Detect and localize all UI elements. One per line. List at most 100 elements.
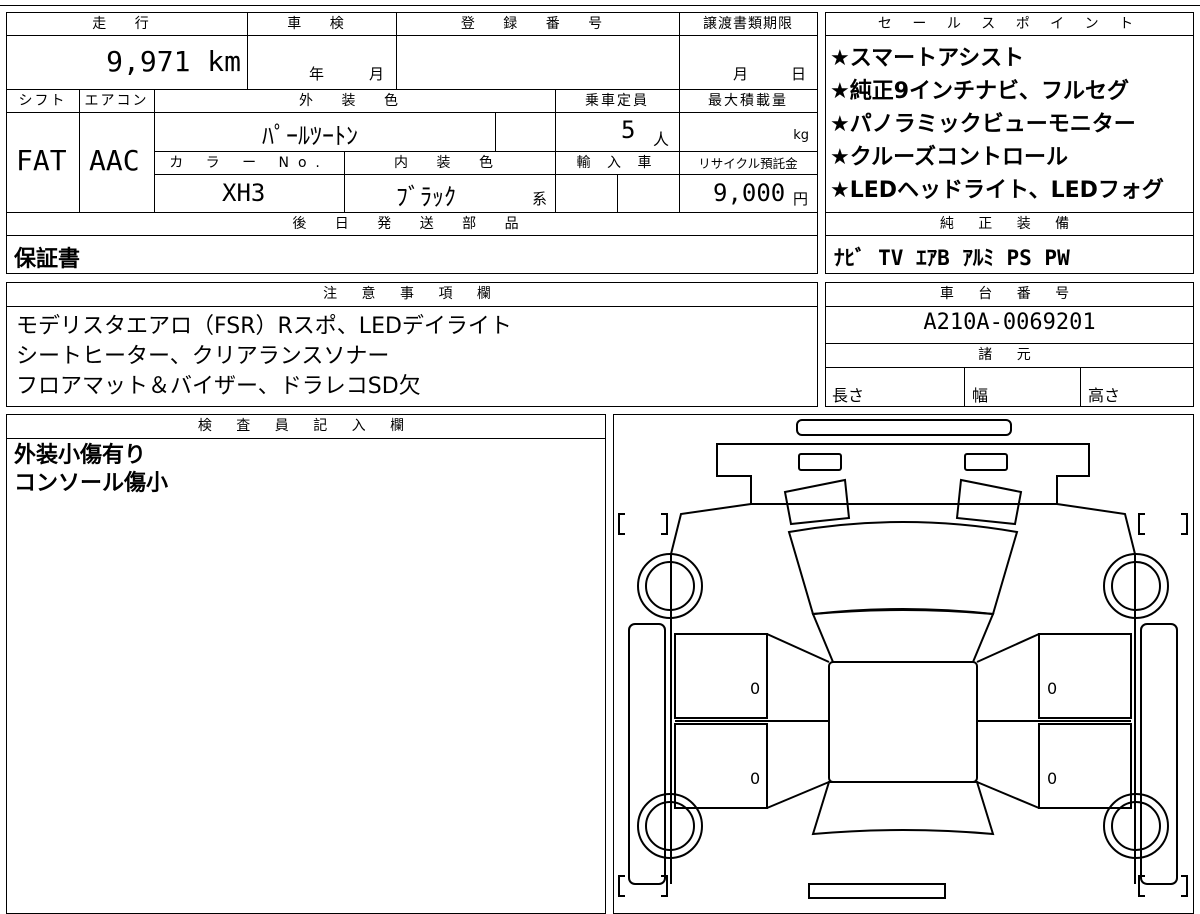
bracket-front-left (618, 513, 625, 535)
import-cell-a (555, 174, 618, 213)
bracket-front-right (1138, 513, 1145, 535)
later-parts-header: 後 日 発 送 部 品 (6, 212, 818, 236)
color-no-cell: XH3 (154, 174, 345, 213)
mileage-header: 走 行 (6, 12, 248, 36)
capacity-header: 乗車定員 (555, 89, 680, 113)
registration-cell (396, 35, 680, 90)
headlight-right (955, 478, 1023, 526)
rear-window-shape (811, 781, 995, 836)
body-outline-right (1056, 503, 1136, 884)
shift-cell: FAT (6, 112, 80, 213)
import-header: 輸 入 車 (555, 151, 680, 175)
inspection-cell: 年 月 (247, 35, 397, 90)
sales-points-list: ★スマートアシスト ★純正9インチナビ、フルセグ ★パノラミックビューモニター … (830, 42, 1190, 207)
mirror-right (1140, 623, 1178, 885)
spec-width-label: 幅 (972, 386, 989, 405)
shift-header: シフト (6, 89, 80, 113)
specs-header: 諸 元 (826, 344, 1193, 368)
aircon-value: AAC (89, 144, 140, 177)
color-no-header: カ ラ ー No. (154, 151, 345, 175)
specs-divider-2 (1080, 368, 1081, 406)
sales-points-header: セ ー ル ス ポ イ ン ト (826, 13, 1193, 36)
aircon-cell: AAC (79, 112, 155, 213)
notes-list: モデリスタエアロ（FSR）Rスポ、LEDデイライト シートヒーター、クリアランス… (16, 312, 806, 402)
car-damage-diagram: 0 0 0 0 (618, 419, 1188, 899)
capacity-cell: 5 人 (555, 112, 680, 152)
roof-front-shape (811, 609, 995, 663)
genuine-equipment-header: 純 正 装 備 (826, 213, 1193, 236)
recycle-header: リサイクル預託金 (679, 151, 818, 175)
inspector-note-line: 外装小傷有り (14, 443, 147, 468)
exterior-color-header: 外 装 色 (154, 89, 556, 113)
color-no-value: XH3 (222, 179, 266, 207)
interior-color-cell: ﾌﾞﾗｯｸ 系 (344, 174, 556, 213)
door-mark-front-right: 0 (1047, 679, 1057, 698)
exterior-color-value: ﾊﾟｰﾙﾂｰﾄﾝ (262, 122, 358, 150)
inspection-month-label: 月 (369, 65, 385, 83)
transfer-deadline-cell: 月 日 (679, 35, 818, 90)
aircon-header: エアコン (79, 89, 155, 113)
spec-height-label: 高さ (1088, 386, 1121, 405)
inspection-header: 車 検 (247, 12, 397, 36)
capacity-value: 5 (621, 116, 636, 144)
door-mark-front-left: 0 (750, 679, 760, 698)
door-rear-left (674, 723, 768, 809)
registration-header: 登 録 番 号 (396, 12, 680, 36)
bracket-front-left-b (661, 513, 668, 535)
interior-color-value: ﾌﾞﾗｯｸ (396, 183, 456, 211)
bracket-rear-right-b (1181, 875, 1188, 897)
windshield-shape (787, 521, 1019, 616)
door-mark-rear-left: 0 (750, 769, 760, 788)
deadline-day-label: 日 (791, 65, 807, 83)
interior-color-header: 内 装 色 (344, 151, 556, 175)
sales-point-item: ★スマートアシスト (830, 46, 1025, 71)
sales-point-item: ★パノラミックビューモニター (830, 112, 1136, 137)
max-load-cell: kg (679, 112, 818, 152)
inspection-year-label: 年 (309, 65, 325, 83)
note-line: フロアマット＆バイザー、ドラレコSD欠 (16, 374, 421, 399)
transfer-deadline-header: 譲渡書類期限 (679, 12, 818, 36)
chassis-no-header: 車 台 番 号 (826, 283, 1193, 307)
sales-point-item: ★LEDヘッドライト、LEDフォグ (830, 178, 1164, 203)
door-rear-right (1038, 723, 1132, 809)
front-grille-left (798, 453, 842, 471)
exterior-color-cell: ﾊﾟｰﾙﾂｰﾄﾝ (154, 112, 496, 152)
max-load-unit: kg (793, 128, 809, 143)
max-load-header: 最大積載量 (679, 89, 818, 113)
shift-value: FAT (16, 144, 67, 177)
hood-shape (716, 443, 1090, 505)
mileage-cell: 9,971 km (6, 35, 248, 90)
specs-divider-1 (964, 368, 965, 406)
capacity-unit: 人 (653, 130, 670, 149)
note-line: シートヒーター、クリアランスソナー (16, 344, 390, 369)
top-strip (0, 0, 1200, 6)
sales-point-item: ★純正9インチナビ、フルセグ (830, 79, 1130, 104)
front-grille-right (964, 453, 1008, 471)
door-front-right (1038, 633, 1132, 719)
recycle-unit: 円 (793, 190, 809, 208)
genuine-equipment-value: ﾅﾋﾞ TV ｴｱB ｱﾙﾐ PS PW (834, 246, 1070, 270)
recycle-value: 9,000 (713, 179, 786, 207)
exterior-color-extra-cell (495, 112, 556, 152)
interior-color-suffix: 系 (532, 190, 548, 208)
deadline-month-label: 月 (733, 65, 749, 83)
body-outline-left (670, 503, 752, 884)
sales-point-item: ★クルーズコントロール (830, 145, 1068, 170)
note-line: モデリスタエアロ（FSR）Rスポ、LEDデイライト (16, 314, 512, 339)
headlight-left (783, 478, 851, 526)
rear-bumper-shape (808, 883, 946, 899)
notes-header: 注 意 事 項 欄 (7, 283, 817, 307)
recycle-cell: 9,000 円 (679, 174, 818, 213)
door-mark-rear-right: 0 (1047, 769, 1057, 788)
mirror-left (628, 623, 666, 885)
bracket-front-right-b (1181, 513, 1188, 535)
inspector-header: 検 査 員 記 入 欄 (7, 415, 605, 439)
inspector-note-line: コンソール傷小 (14, 471, 169, 496)
later-parts-value: 保証書 (14, 247, 81, 272)
chassis-no-value: A210A-0069201 (923, 310, 1096, 335)
roof-center (828, 661, 978, 783)
door-front-left (674, 633, 768, 719)
import-cell-b (617, 174, 680, 213)
mileage-value: 9,971 km (106, 45, 241, 78)
spec-length-label: 長さ (832, 386, 865, 405)
